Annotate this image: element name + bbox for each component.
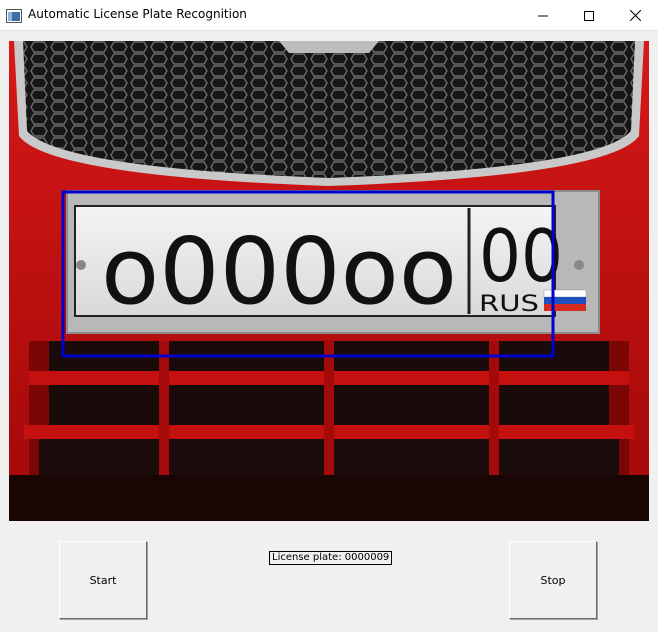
minimize-icon <box>538 6 548 25</box>
plate-main-text: o000oo <box>101 218 457 325</box>
close-button[interactable] <box>612 0 658 30</box>
maximize-button[interactable] <box>566 0 612 30</box>
license-plate-status: License plate: 0000009 <box>269 551 393 565</box>
title-bar[interactable]: Automatic License Plate Recognition <box>0 0 658 31</box>
plate-country-text: RUS <box>479 292 539 317</box>
russian-flag-icon <box>543 289 587 311</box>
maximize-icon <box>584 6 594 25</box>
stop-button[interactable]: Stop <box>509 541 597 619</box>
minimize-button[interactable] <box>520 0 566 30</box>
start-button[interactable]: Start <box>59 541 147 619</box>
window-title: Automatic License Plate Recognition <box>28 7 247 21</box>
video-feed: o000oo 00 RUS <box>9 41 649 521</box>
plate-region-text: 00 <box>479 214 563 298</box>
close-icon <box>629 6 641 25</box>
app-window-icon <box>6 8 22 23</box>
